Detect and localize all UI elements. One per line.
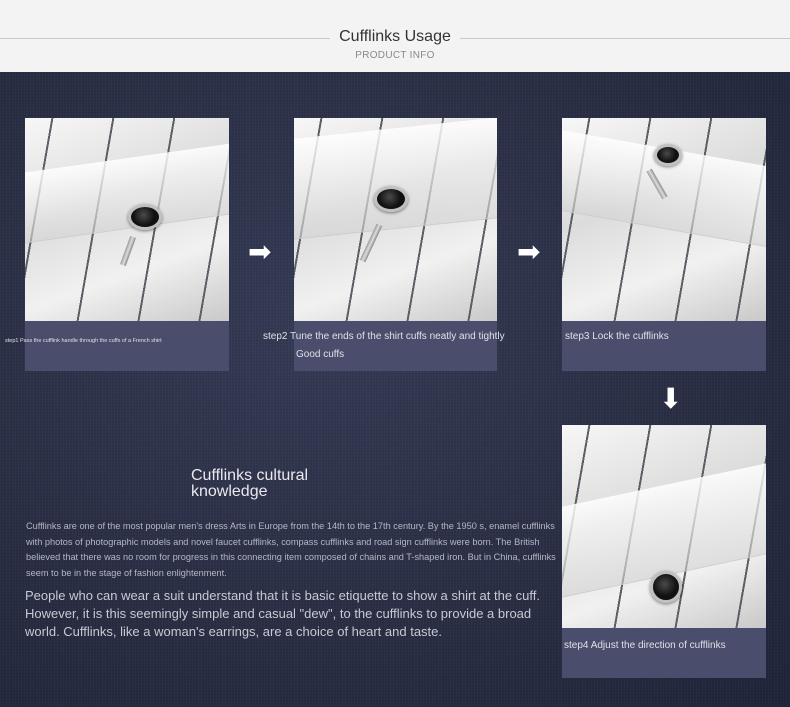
step-caption-3: step3 Lock the cufflinks [562, 321, 766, 371]
culture-heading-line-2: knowledge [191, 483, 268, 500]
step-photo-2 [294, 118, 497, 321]
arrow-right-icon: ➡ [517, 236, 541, 267]
step-caption-4: step4 Adjust the direction of cufflinks [562, 628, 766, 678]
arrow-down-icon: ⬇ [659, 383, 683, 414]
section-subtitle: PRODUCT INFO [355, 50, 435, 61]
step-caption-1: step1 Pass the cufflink handle through t… [5, 321, 229, 371]
culture-etiquette-paragraph: People who can wear a suit understand th… [25, 588, 541, 639]
step-card-4: step4 Adjust the direction of cufflinks [562, 425, 766, 678]
step-caption-text: step3 Lock the cufflinks [565, 331, 669, 342]
step-photo-4 [562, 425, 766, 628]
section-header: Cufflinks Usage PRODUCT INFO [0, 0, 790, 72]
step-caption-text: step1 Pass the cufflink handle through t… [5, 338, 162, 344]
step-card-1: step1 Pass the cufflink handle through t… [5, 118, 229, 371]
step-caption-2: step2 Tune the ends of the shirt cuffs n… [263, 321, 505, 371]
culture-heading-line-1: Cufflinks cultural [191, 467, 309, 484]
step-caption-text: step2 Tune the ends of the shirt cuffs n… [263, 331, 505, 342]
step-photo-1 [25, 118, 229, 321]
step-card-2: step2 Tune the ends of the shirt cuffs n… [263, 118, 505, 371]
culture-heading: Cufflinks cultural knowledge [191, 468, 308, 500]
step-caption-subtext: Good cuffs [296, 349, 345, 360]
step-photo-3 [562, 118, 766, 321]
culture-history-paragraph: Cufflinks are one of the most popular me… [26, 521, 556, 578]
section-title: Cufflinks Usage [339, 28, 451, 45]
arrow-right-icon: ➡ [248, 236, 272, 267]
step-caption-text: step4 Adjust the direction of cufflinks [564, 640, 726, 651]
step-card-3: step3 Lock the cufflinks [562, 118, 766, 371]
